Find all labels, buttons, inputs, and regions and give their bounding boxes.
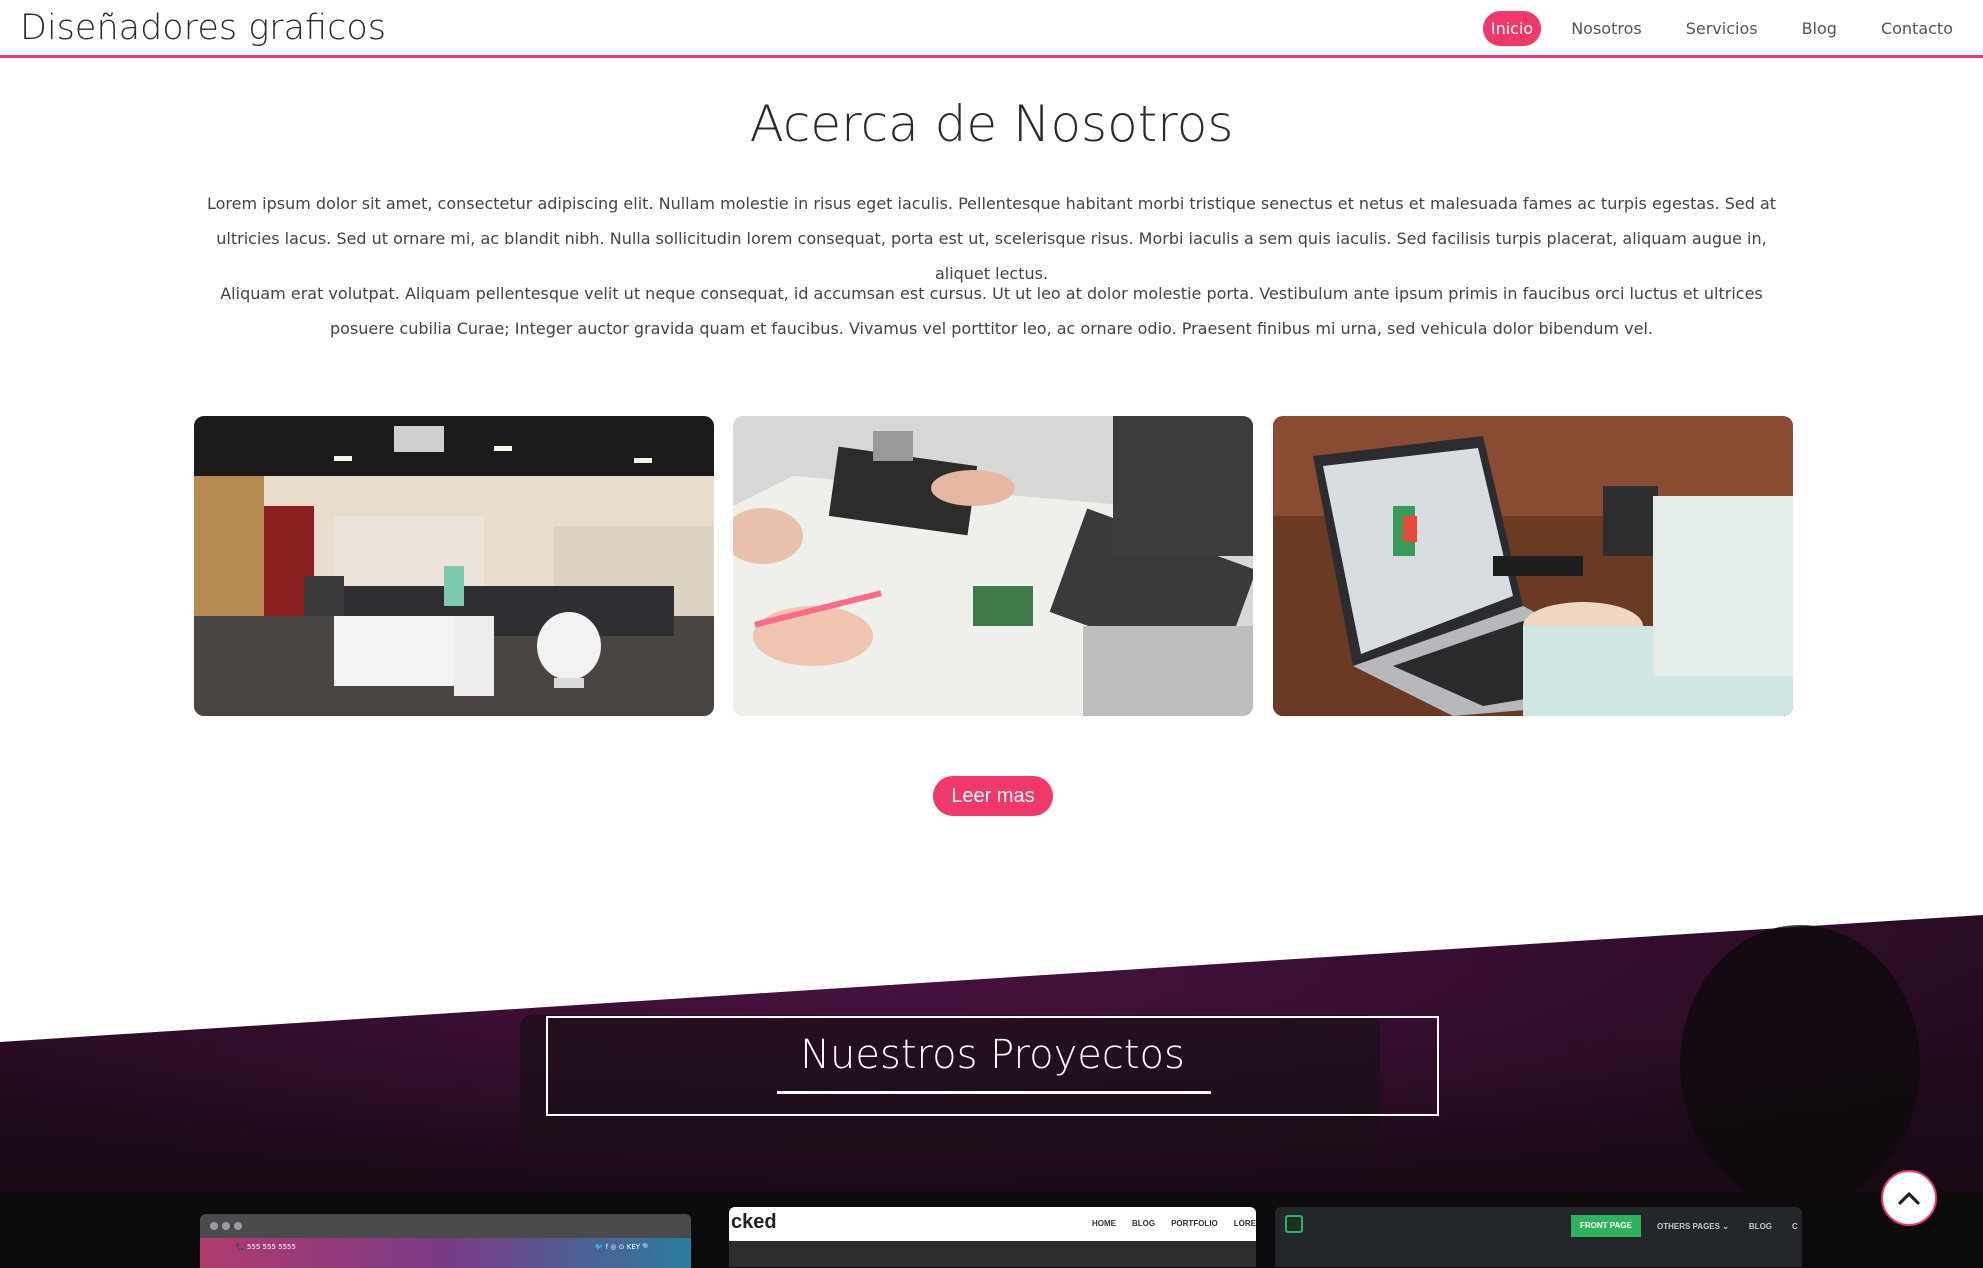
thumbnail-menu-item: OTHERS PAGES ⌄ xyxy=(1657,1222,1729,1231)
thumbnail-menu-item: C xyxy=(1792,1222,1798,1231)
nav-link-nosotros[interactable]: Nosotros xyxy=(1563,11,1650,46)
projects-title-box: Nuestros Proyectos xyxy=(546,1016,1439,1116)
thumbnail-logo: cked xyxy=(731,1211,777,1233)
thumbnail-front-page-button: FRONT PAGE xyxy=(1571,1215,1641,1237)
thumbnail-menu-item: BLOG xyxy=(1748,1222,1773,1231)
project-thumbnail-1[interactable]: 📞 555 555 5555 🐦 f ◎ ⊙ KEY 🔍 xyxy=(200,1214,691,1268)
nav-link-servicios[interactable]: Servicios xyxy=(1678,11,1766,46)
thumbnail-menu: HOME BLOG PORTFOLIO LORE xyxy=(1092,1219,1256,1228)
thumbnail-dark-band xyxy=(729,1241,1256,1267)
thumbnail-logo-icon xyxy=(1285,1215,1303,1233)
project-thumbnail-2[interactable]: cked HOME BLOG PORTFOLIO LORE xyxy=(729,1207,1256,1267)
about-title: Acerca de Nosotros xyxy=(749,95,1234,153)
chevron-up-icon xyxy=(1898,1192,1920,1205)
title-underline xyxy=(777,1091,1211,1094)
about-paragraph-2: Aliquam erat volutpat. Aliquam pellentes… xyxy=(220,284,1763,338)
thumbnail-menu-item: PORTFOLIO xyxy=(1171,1219,1218,1228)
designers-table-photo xyxy=(733,416,1253,716)
nav-link-inicio[interactable]: Inicio xyxy=(1482,10,1542,46)
thumbnail-menu: OTHERS PAGES ⌄ BLOG C xyxy=(1657,1222,1798,1231)
laptop-photo xyxy=(1273,416,1793,716)
nav-link-blog[interactable]: Blog xyxy=(1794,11,1845,46)
brand-logo[interactable]: Diseñadores graficos xyxy=(20,8,386,48)
window-dots-icon xyxy=(210,1222,242,1230)
nav-link-contacto[interactable]: Contacto xyxy=(1873,11,1961,46)
projects-title: Nuestros Proyectos xyxy=(800,1032,1185,1078)
thumbnail-social-icons: 🐦 f ◎ ⊙ KEY 🔍 xyxy=(594,1243,651,1251)
thumbnail-menu-item: LORE xyxy=(1233,1219,1256,1228)
thumbnail-menu-item: BLOG xyxy=(1131,1219,1156,1228)
navbar: Diseñadores graficos Inicio Nosotros Ser… xyxy=(0,0,1983,58)
back-to-top-button[interactable] xyxy=(1881,1170,1937,1226)
project-thumbnail-3[interactable]: FRONT PAGE OTHERS PAGES ⌄ BLOG C xyxy=(1275,1207,1802,1267)
browser-bar xyxy=(200,1214,691,1238)
thumbnail-menu-item: HOME xyxy=(1091,1219,1116,1228)
thumbnail-phone-text: 📞 555 555 5555 xyxy=(236,1243,296,1251)
office-photo xyxy=(194,416,714,716)
read-more-button[interactable]: Leer mas xyxy=(933,776,1053,816)
nav-menu: Inicio Nosotros Servicios Blog Contacto xyxy=(1469,10,1983,46)
